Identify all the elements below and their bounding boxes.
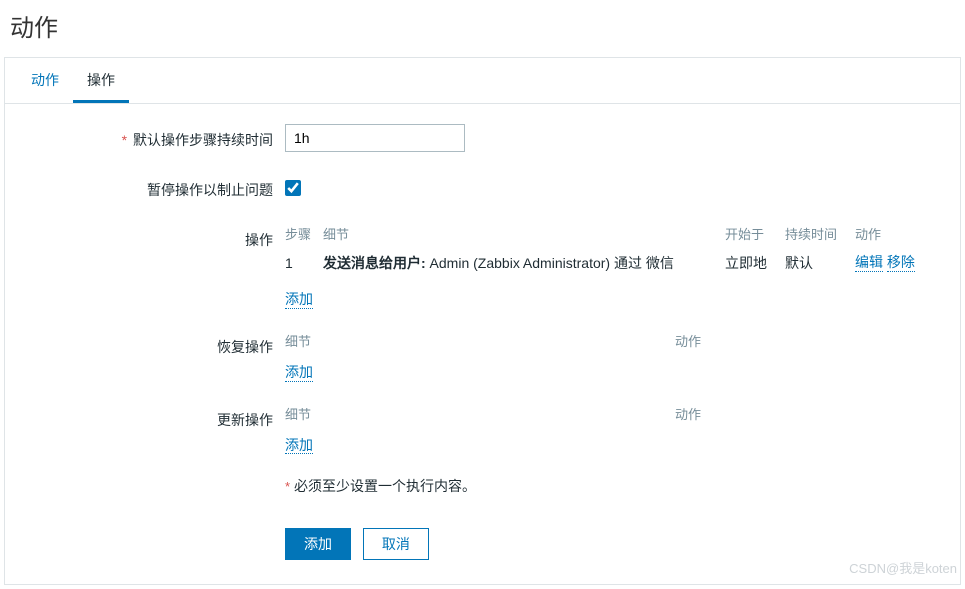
detail-rest: Admin (Zabbix Administrator) 通过 微信: [426, 255, 674, 271]
row-buttons: 添加 取消: [25, 504, 940, 560]
remove-link[interactable]: 移除: [887, 254, 915, 272]
col-duration: 持续时间: [785, 224, 855, 243]
operations-header: 步骤 细节 开始于 持续时间 动作: [285, 224, 925, 249]
recovery-col-detail: 细节: [285, 331, 675, 350]
row-operations: 操作 步骤 细节 开始于 持续时间 动作 1 发送消息给用户: Admin (Z…: [25, 224, 940, 309]
col-step: 步骤: [285, 224, 323, 243]
label-operations: 操作: [25, 224, 285, 250]
label-update: 更新操作: [25, 404, 285, 430]
update-add-link[interactable]: 添加: [285, 429, 313, 455]
update-col-detail: 细节: [285, 404, 675, 423]
update-col-action: 动作: [675, 404, 925, 423]
value-pause: [285, 174, 940, 199]
hint: * 必须至少设置一个执行内容。: [285, 476, 940, 496]
col-start: 开始于: [725, 224, 785, 243]
buttons: 添加 取消: [285, 528, 940, 560]
submit-button[interactable]: 添加: [285, 528, 351, 560]
cell-duration: 默认: [785, 253, 855, 273]
col-action: 动作: [855, 224, 925, 243]
cell-action: 编辑 移除: [855, 254, 925, 272]
label-empty: [25, 476, 285, 482]
row-update: 更新操作 细节 动作 添加: [25, 404, 940, 455]
detail-prefix: 发送消息给用户:: [323, 255, 426, 271]
row-hint: * 必须至少设置一个执行内容。: [25, 476, 940, 496]
label-pause: 暂停操作以制止问题: [25, 174, 285, 200]
recovery-add-link[interactable]: 添加: [285, 356, 313, 382]
update-header: 细节 动作: [285, 404, 925, 429]
edit-link[interactable]: 编辑: [855, 254, 883, 272]
recovery-col-action: 动作: [675, 331, 925, 350]
cell-start: 立即地: [725, 253, 785, 273]
row-default-duration: * 默认操作步骤持续时间: [25, 124, 940, 152]
row-pause: 暂停操作以制止问题: [25, 174, 940, 200]
recovery-table: 细节 动作 添加: [285, 331, 940, 382]
tab-operations[interactable]: 操作: [73, 58, 129, 103]
tab-action[interactable]: 动作: [17, 58, 73, 103]
cancel-button[interactable]: 取消: [363, 528, 429, 560]
label-default-duration-text: 默认操作步骤持续时间: [133, 132, 273, 148]
recovery-header: 细节 动作: [285, 331, 925, 356]
label-recovery: 恢复操作: [25, 331, 285, 357]
form-area: * 默认操作步骤持续时间 暂停操作以制止问题 操作 步骤 细节: [5, 104, 960, 584]
label-default-duration: * 默认操作步骤持续时间: [25, 124, 285, 150]
cell-detail: 发送消息给用户: Admin (Zabbix Administrator) 通过…: [323, 253, 725, 273]
row-recovery: 恢复操作 细节 动作 添加: [25, 331, 940, 382]
col-detail: 细节: [323, 224, 725, 243]
config-card: 动作 操作 * 默认操作步骤持续时间 暂停操作以制止问题 操作: [4, 57, 961, 585]
pause-checkbox[interactable]: [285, 180, 301, 196]
cell-step: 1: [285, 255, 323, 271]
value-default-duration: [285, 124, 940, 152]
default-duration-input[interactable]: [285, 124, 465, 152]
table-row: 1 发送消息给用户: Admin (Zabbix Administrator) …: [285, 249, 925, 283]
operations-add-link[interactable]: 添加: [285, 283, 313, 309]
hint-text: 必须至少设置一个执行内容。: [294, 478, 476, 494]
operations-table: 步骤 细节 开始于 持续时间 动作 1 发送消息给用户: Admin (Zabb…: [285, 224, 940, 309]
update-table: 细节 动作 添加: [285, 404, 940, 455]
page-title: 动作: [0, 0, 965, 49]
tabs: 动作 操作: [5, 58, 960, 104]
hint-star: *: [285, 479, 290, 494]
label-empty2: [25, 504, 285, 510]
required-star: *: [122, 132, 127, 148]
